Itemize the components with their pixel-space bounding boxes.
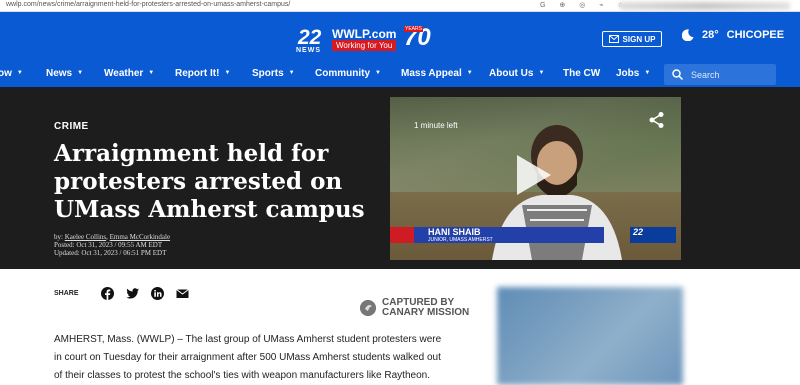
browser-extensions-blurred [620,2,790,10]
share-row: SHARE [54,287,189,300]
signup-button[interactable]: SIGN UP [602,31,662,47]
nav-item-show[interactable]: ow ▼ [0,68,23,79]
weather-city: CHICOPEE [726,29,785,41]
captured-line-2: CANARY MISSION [382,307,470,318]
advertisement-blurred[interactable] [497,287,683,385]
section-label[interactable]: CRIME [54,121,89,132]
article-paragraph: AMHERST, Mass. (WWLP) – The last group o… [54,334,442,381]
caret-down-icon: ▼ [148,70,155,77]
lower-third-logo: 22 [630,227,676,243]
search-icon [672,69,683,80]
nav-item-mass-appeal[interactable]: Mass Appeal ▼ [401,68,473,79]
nav-item-the-cw[interactable]: The CW [563,68,600,79]
video-player[interactable]: 1 minute left HANI SHAIB JUNIOR, UMASS A… [390,97,681,260]
logo-tagline: Working for You [332,40,397,51]
search-box[interactable] [664,64,776,85]
lower-third: HANI SHAIB JUNIOR, UMASS AMHERST 22 [390,227,681,243]
canary-mission-icon [360,300,376,316]
caret-down-icon: ▼ [16,70,23,77]
byline-prefix: by: [54,233,65,241]
share-icon[interactable] [648,111,666,129]
play-icon[interactable] [515,153,553,197]
moon-icon [682,29,694,41]
search-input[interactable] [691,69,771,80]
nav-item-sports[interactable]: Sports ▼ [252,68,295,79]
nav-item-report-it[interactable]: Report It! ▼ [175,68,230,79]
video-time-left: 1 minute left [414,121,458,130]
caret-down-icon: ▼ [77,70,84,77]
linkedin-icon[interactable] [150,287,164,300]
updated-date: Updated: Oct 31, 2023 / 06:51 PM EDT [54,249,167,257]
browser-address-bar[interactable]: wwlp.com/news/crime/arraignment-held-for… [0,0,800,12]
lower-third-name: HANI SHAIB [428,227,481,237]
mail-icon [608,35,619,43]
nav-item-jobs[interactable]: Jobs ▼ [616,68,650,79]
email-icon[interactable] [175,287,189,300]
caret-down-icon: ▼ [644,70,651,77]
share-label: SHARE [54,290,79,297]
logo-years: YEARS [404,26,423,32]
nav-item-news[interactable]: News ▼ [46,68,83,79]
caret-down-icon: ▼ [375,70,381,77]
url-text[interactable]: wwlp.com/news/crime/arraignment-held-for… [6,1,290,8]
caret-down-icon: ▼ [538,70,545,77]
byline: by: Kaelee Collins, Emma McCorkindale Po… [54,233,171,257]
main-nav: ow ▼ News ▼ Weather ▼ Report It! ▼ Sports ▼ C… [0,62,800,87]
author-link[interactable]: Emma McCorkindale [110,233,170,241]
site-logo[interactable]: 22 NEWS WWLP.com Working for You 70 YEAR… [296,24,438,56]
caret-down-icon: ▼ [466,70,473,77]
lower-third-title: JUNIOR, UMASS AMHERST [428,237,493,243]
nav-item-weather[interactable]: Weather ▼ [104,68,154,79]
nav-item-community[interactable]: Community ▼ [315,68,381,79]
caret-down-icon: ▼ [224,70,231,77]
article-hero: CRIME Arraignment held for protesters ar… [0,87,800,269]
weather-widget[interactable]: 28° CHICOPEE [682,29,784,41]
posted-date: Posted: Oct 31, 2023 / 09:55 AM EDT [54,241,163,249]
facebook-icon[interactable] [100,287,114,300]
browser-toolbar-icons[interactable]: G ⊕ ◎ ⌁ ☆ [540,1,630,9]
author-link[interactable]: Kaelee Collins [65,233,106,241]
weather-temp: 28° [702,29,719,41]
twitter-icon[interactable] [125,287,139,300]
nav-item-about-us[interactable]: About Us ▼ [489,68,544,79]
logo-news: NEWS [296,47,321,54]
logo-site: WWLP.com [332,27,397,41]
caret-down-icon: ▼ [288,70,295,77]
site-header: 22 NEWS WWLP.com Working for You 70 YEAR… [0,12,800,62]
article-headline: Arraignment held for protesters arrested… [54,140,365,223]
signup-label: SIGN UP [622,34,656,44]
captured-badge: CAPTURED BY CANARY MISSION [360,298,469,318]
